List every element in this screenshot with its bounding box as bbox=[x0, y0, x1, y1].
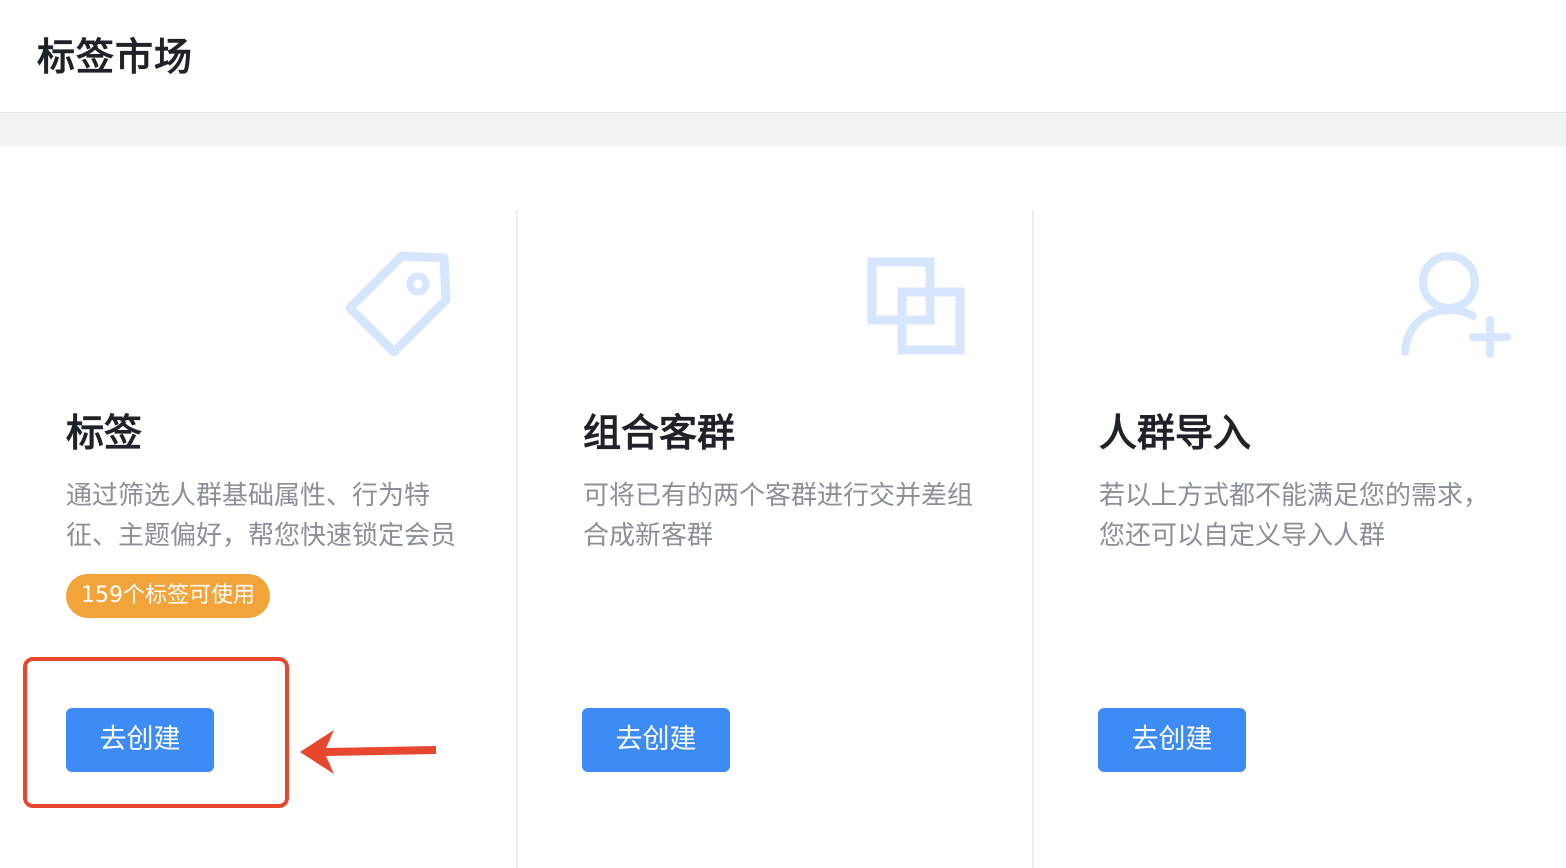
card-description-line: 通过筛选人群基础属性、行为特 bbox=[66, 481, 431, 511]
page-header: 标签市场 bbox=[0, 0, 1566, 113]
card-description: 通过筛选人群基础属性、行为特 征、主题偏好，帮您快速锁定会员 bbox=[66, 476, 496, 556]
card-divider bbox=[516, 210, 518, 868]
create-import-group-button[interactable]: 去创建 bbox=[1098, 708, 1246, 772]
card-description-line: 可将已有的两个客群进行交并差组 bbox=[583, 481, 974, 511]
user-add-icon bbox=[1401, 252, 1511, 358]
card-title: 组合客群 bbox=[583, 411, 736, 455]
card-divider bbox=[1032, 210, 1034, 868]
create-combined-group-button[interactable]: 去创建 bbox=[582, 708, 730, 772]
page-title: 标签市场 bbox=[37, 35, 194, 79]
card-description-line: 若以上方式都不能满足您的需求， bbox=[1099, 481, 1490, 511]
annotation-highlight-box bbox=[23, 657, 289, 808]
card-description: 可将已有的两个客群进行交并差组 合成新客群 bbox=[583, 476, 1013, 556]
card-description-line: 征、主题偏好，帮您快速锁定会员 bbox=[66, 521, 457, 551]
card-title: 人群导入 bbox=[1099, 411, 1252, 455]
tag-icon bbox=[345, 251, 451, 357]
card-description-line: 您还可以自定义导入人群 bbox=[1099, 521, 1386, 551]
card-combined-group: 组合客群 可将已有的两个客群进行交并差组 合成新客群 去创建 bbox=[517, 146, 1033, 868]
card-import-group: 人群导入 若以上方式都不能满足您的需求， 您还可以自定义导入人群 去创建 bbox=[1033, 146, 1566, 868]
card-title: 标签 bbox=[66, 411, 143, 455]
annotation-arrow-icon bbox=[300, 730, 436, 774]
card-description: 若以上方式都不能满足您的需求， 您还可以自定义导入人群 bbox=[1099, 476, 1519, 556]
page: 标签市场 标签 通过筛选人群基础属性、行为特 征、主题偏好，帮您快速锁定会员 1… bbox=[0, 0, 1566, 868]
tag-count-badge: 159个标签可使用 bbox=[66, 574, 270, 618]
overlap-squares-icon bbox=[867, 257, 965, 355]
section-gap bbox=[0, 113, 1566, 146]
card-description-line: 合成新客群 bbox=[583, 521, 714, 551]
